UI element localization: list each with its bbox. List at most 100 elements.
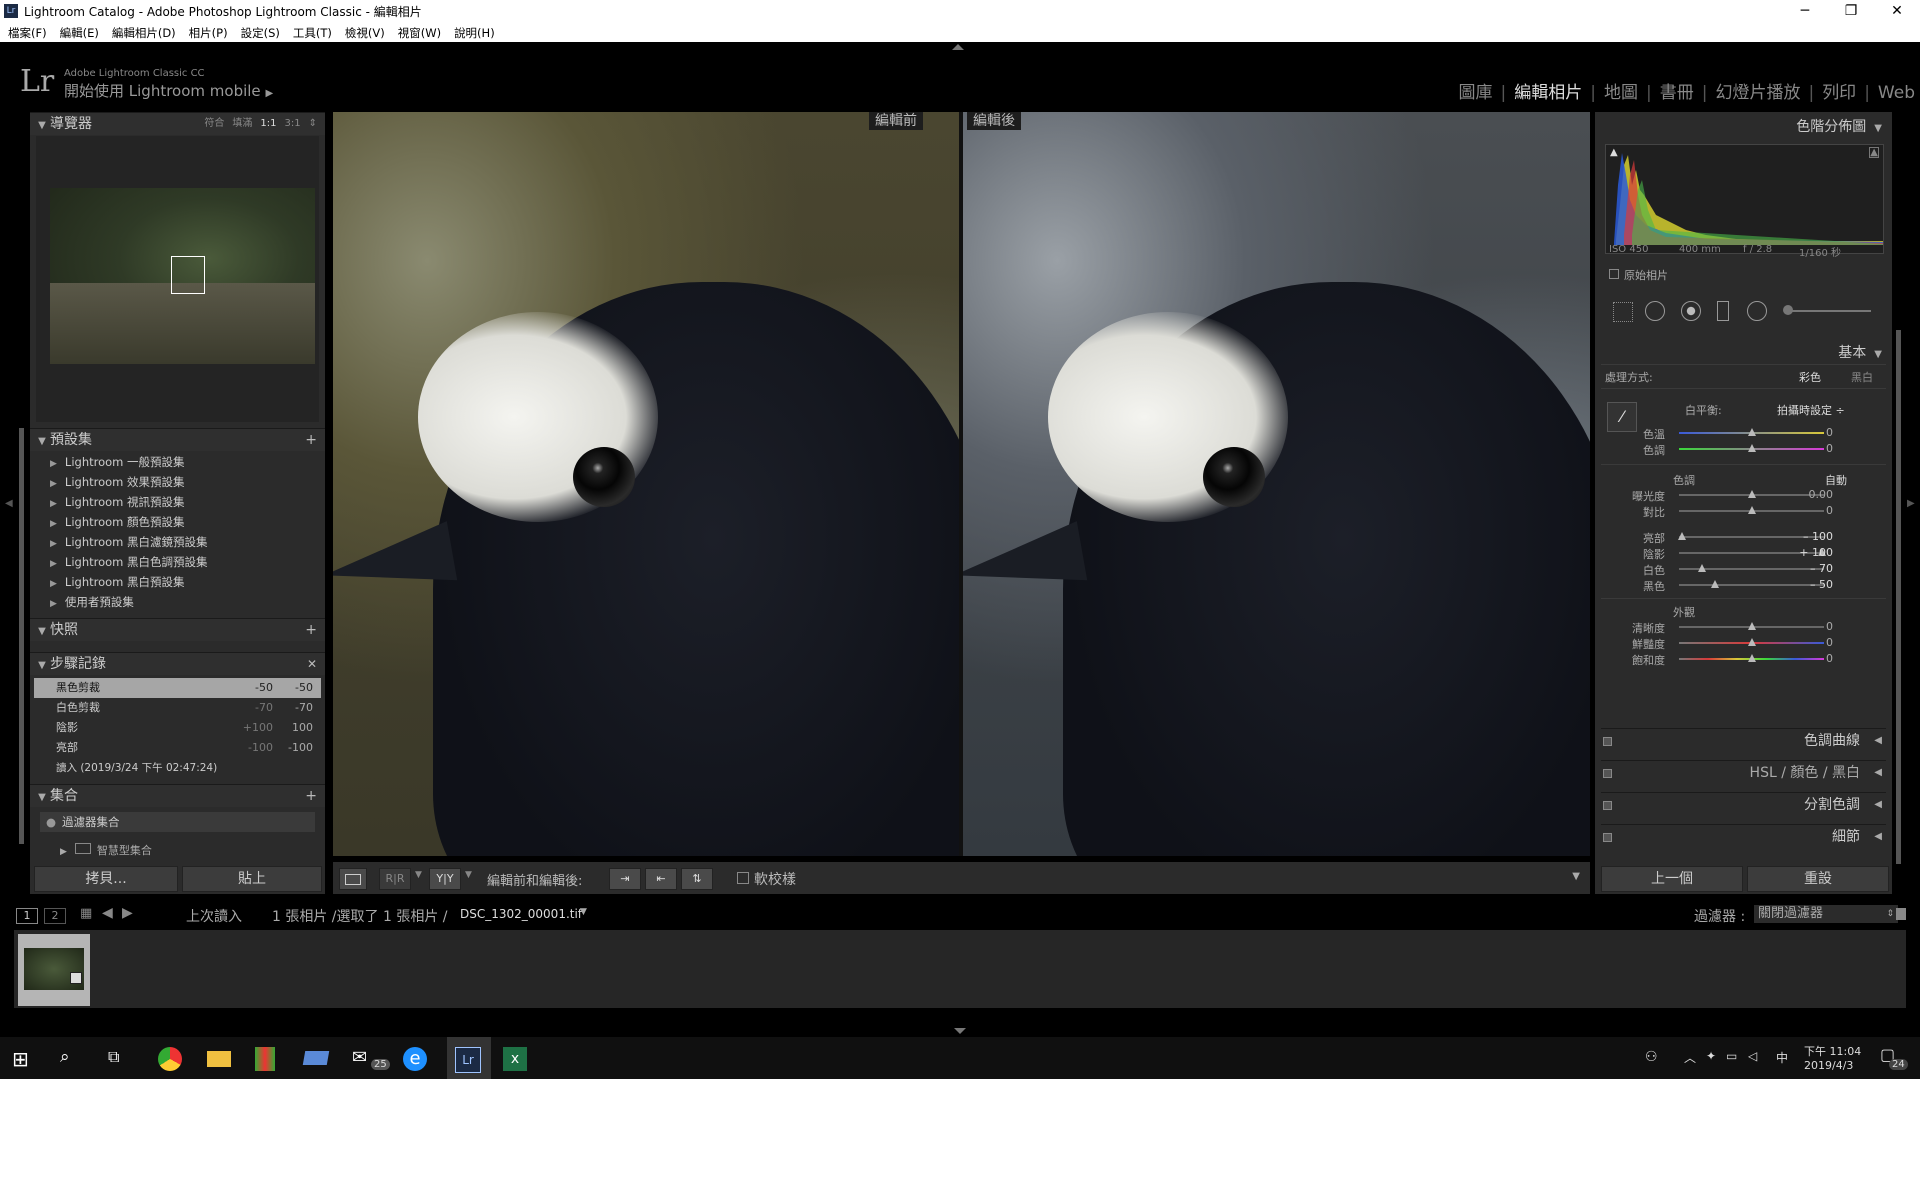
tint-value[interactable]: 0	[1783, 442, 1833, 455]
shadows-value[interactable]: + 100	[1783, 546, 1833, 559]
highlights-value[interactable]: – 100	[1783, 530, 1833, 543]
panel-toggle-icon[interactable]	[1603, 833, 1612, 842]
menu-window[interactable]: 視窗(W)	[398, 25, 441, 41]
history-step[interactable]: 白色剪裁 -70 -70	[34, 698, 321, 718]
menu-view[interactable]: 檢視(V)	[345, 25, 385, 41]
histogram[interactable]: ▲ ▲	[1605, 144, 1884, 254]
before-after-tb-button[interactable]: Y|Y	[429, 868, 461, 890]
add-preset-icon[interactable]: +	[305, 429, 317, 451]
zoom-fit[interactable]: 符合	[204, 118, 224, 129]
after-image[interactable]	[963, 112, 1590, 856]
treatment-color[interactable]: 彩色	[1799, 369, 1821, 385]
filmstrip-thumbnail[interactable]	[18, 934, 90, 1006]
menu-develop[interactable]: 編輯相片(D)	[112, 25, 176, 41]
contrast-value[interactable]: 0	[1783, 504, 1833, 517]
module-map[interactable]: 地圖	[1604, 78, 1638, 103]
basic-header[interactable]: 基本 ▼	[1838, 342, 1882, 362]
copy-before-to-after-button[interactable]: ⇥	[609, 868, 641, 890]
navigator-header[interactable]: ▼ 導覽器 符合 填滿 1:1 3:1 ⇕	[30, 112, 325, 135]
highlight-clipping-icon[interactable]: ▲	[1869, 147, 1879, 158]
treatment-bw[interactable]: 黑白	[1851, 369, 1873, 385]
menu-photo[interactable]: 相片(P)	[189, 25, 228, 41]
task-view-icon[interactable]: ⧉	[108, 1047, 132, 1071]
menu-edit[interactable]: 編輯(E)	[60, 25, 99, 41]
primary-window-button[interactable]: 1	[16, 908, 38, 924]
preset-folder[interactable]: ▶ Lightroom 效果預設集	[50, 472, 185, 492]
menu-settings[interactable]: 設定(S)	[241, 25, 280, 41]
smart-collections-folder[interactable]: ▶ 智慧型集合	[60, 842, 152, 858]
preset-folder[interactable]: ▶ 使用者預設集	[50, 592, 134, 612]
menu-help[interactable]: 說明(H)	[454, 25, 495, 41]
module-print[interactable]: 列印	[1822, 78, 1856, 103]
zoom-3to1[interactable]: 3:1	[285, 118, 301, 129]
blacks-value[interactable]: – 50	[1783, 578, 1833, 591]
module-slideshow[interactable]: 幻燈片播放	[1715, 78, 1800, 103]
filter-dropdown[interactable]: 關閉過濾器 ⇕	[1754, 905, 1898, 923]
forward-arrow-icon[interactable]: ▶	[122, 905, 133, 921]
navigator-zoom-box[interactable]	[171, 256, 205, 294]
presets-header[interactable]: ▼ 預設集 +	[30, 428, 325, 451]
clear-history-icon[interactable]: ✕	[307, 653, 317, 675]
exposure-value[interactable]: 0.00	[1783, 488, 1834, 501]
preset-folder[interactable]: ▶ Lightroom 黑白預設集	[50, 572, 185, 592]
graduated-filter-icon[interactable]	[1717, 301, 1729, 321]
secondary-window-button[interactable]: 2	[44, 908, 66, 924]
people-icon[interactable]: ⚇	[1645, 1049, 1658, 1065]
history-step[interactable]: 陰影 +100 100	[34, 718, 321, 738]
shadow-clipping-icon[interactable]: ▲	[1610, 147, 1618, 158]
filter-lock-icon[interactable]	[1896, 908, 1906, 920]
clarity-value[interactable]: 0	[1783, 620, 1833, 633]
file-explorer-icon[interactable]	[207, 1051, 231, 1067]
filename[interactable]: DSC_1302_00001.tif	[460, 907, 582, 921]
right-panel-scrollbar[interactable]	[1896, 330, 1901, 864]
dropbox-icon[interactable]: ✦	[1706, 1049, 1716, 1063]
history-step[interactable]: 亮部 -100 -100	[34, 738, 321, 758]
original-photo-toggle[interactable]: 原始相片	[1609, 267, 1668, 283]
preset-folder[interactable]: ▶ Lightroom 顏色預設集	[50, 512, 185, 532]
filename-menu-icon[interactable]: ▼	[580, 907, 587, 917]
dropdown-arrow-icon[interactable]: ▼	[415, 870, 422, 880]
toolbar-menu-icon[interactable]: ▼	[1572, 871, 1580, 882]
zoom-menu-icon[interactable]: ⇕	[309, 118, 317, 129]
back-arrow-icon[interactable]: ◀	[102, 905, 113, 921]
module-library[interactable]: 圖庫	[1459, 78, 1493, 103]
zoom-fill[interactable]: 填滿	[232, 118, 252, 129]
red-eye-icon[interactable]	[1681, 301, 1701, 321]
split-toning-panel[interactable]: 分割色調 ◀	[1601, 792, 1886, 817]
module-web[interactable]: Web	[1878, 83, 1915, 103]
reset-button[interactable]: 重設	[1747, 866, 1889, 892]
vibrance-value[interactable]: 0	[1783, 636, 1833, 649]
ime-indicator[interactable]: 中	[1776, 1049, 1788, 1066]
clock-time[interactable]: 下午 11:04	[1804, 1043, 1861, 1059]
right-panel-toggle-icon[interactable]: ▶	[1907, 498, 1915, 509]
maximize-button[interactable]: ❐	[1828, 0, 1874, 22]
left-panel-toggle-icon[interactable]: ◀	[5, 498, 13, 509]
spot-removal-icon[interactable]	[1645, 301, 1665, 321]
edge-icon[interactable]: e	[403, 1047, 427, 1071]
clock-date[interactable]: 2019/4/3	[1804, 1059, 1853, 1072]
windows-start-icon[interactable]: ⊞	[12, 1047, 36, 1071]
close-button[interactable]: ✕	[1874, 0, 1920, 22]
app-window-icon[interactable]	[302, 1051, 330, 1065]
zoom-1to1[interactable]: 1:1	[260, 118, 276, 129]
history-step[interactable]: 讀入 (2019/3/24 下午 02:47:24)	[34, 758, 321, 778]
previous-button[interactable]: 上一個	[1601, 866, 1743, 892]
softproof-checkbox[interactable]	[737, 872, 749, 884]
before-image[interactable]	[333, 112, 959, 856]
dropdown-arrow-icon[interactable]: ▼	[465, 870, 472, 880]
copy-settings-button[interactable]: 拷貝...	[34, 866, 178, 892]
add-collection-icon[interactable]: +	[305, 785, 317, 807]
tray-expand-icon[interactable]: ︿	[1684, 1049, 1696, 1066]
preset-folder[interactable]: ▶ Lightroom 黑白色調預設集	[50, 552, 208, 572]
excel-icon[interactable]: x	[503, 1047, 527, 1071]
history-header[interactable]: ▼ 步驟記錄 ✕	[30, 652, 325, 675]
snapshots-header[interactable]: ▼ 快照 +	[30, 618, 325, 641]
paste-settings-button[interactable]: 貼上	[182, 866, 322, 892]
loupe-view-button[interactable]	[339, 868, 367, 890]
auto-tone-button[interactable]: 自動	[1825, 472, 1847, 488]
module-develop[interactable]: 編輯相片	[1514, 78, 1582, 103]
tone-curve-panel[interactable]: 色調曲線 ◀	[1601, 728, 1886, 753]
left-panel-scrollbar[interactable]	[19, 428, 24, 844]
crop-tool-icon[interactable]	[1613, 302, 1633, 322]
preset-folder[interactable]: ▶ Lightroom 黑白濾鏡預設集	[50, 532, 208, 552]
